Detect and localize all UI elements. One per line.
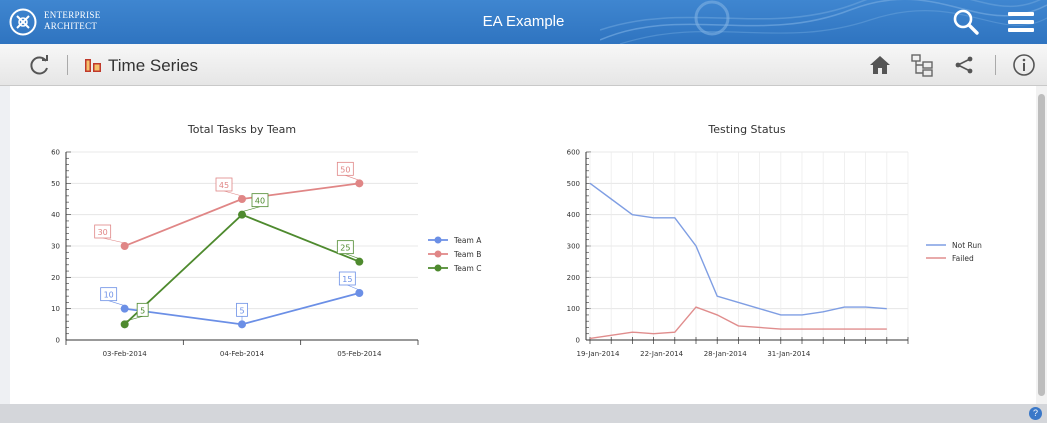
data-label-leader (223, 190, 243, 197)
x-tick-label: 31-Jan-2014 (767, 350, 811, 358)
data-label: 30 (98, 228, 108, 237)
y-tick-label: 40 (51, 211, 60, 219)
data-point (355, 179, 364, 188)
legend-label: Failed (952, 254, 974, 263)
data-point (120, 242, 129, 250)
y-tick-label: 60 (51, 149, 60, 157)
share-icon[interactable] (952, 53, 976, 77)
help-icon[interactable]: ? (1029, 407, 1042, 420)
data-label-leader (241, 206, 261, 212)
legend-swatch-dot (434, 264, 442, 272)
y-tick-label: 300 (567, 243, 580, 251)
data-label-leader (347, 284, 360, 291)
status-bar (0, 404, 1047, 423)
legend-label: Team C (453, 264, 481, 273)
chart-total-tasks-by-team[interactable]: Total Tasks by Team 0 10 20 30 40 50 60 03-Feb-2… (28, 104, 528, 404)
x-tick-label: 19-Jan-2014 (577, 350, 621, 358)
x-tick-label: 03-Feb-2014 (103, 350, 148, 358)
data-label-leader (108, 300, 125, 306)
x-tick-label: 05-Feb-2014 (337, 350, 382, 358)
search-icon[interactable] (952, 8, 980, 36)
y-tick-label: 0 (56, 337, 60, 345)
data-label: 50 (340, 165, 350, 174)
info-icon[interactable] (1012, 53, 1036, 77)
time-series-icon (85, 59, 101, 72)
toolbar-divider (995, 55, 996, 75)
legend-swatch-dot (434, 236, 442, 244)
data-label: 15 (342, 275, 352, 284)
y-tick-label: 10 (51, 305, 60, 313)
data-label-leader (345, 175, 360, 181)
data-point (120, 320, 129, 329)
y-tick-label: 30 (51, 243, 60, 251)
data-point (238, 320, 246, 329)
data-point (120, 304, 129, 313)
legend-label: Team B (453, 250, 481, 259)
data-point (355, 257, 364, 266)
chart-testing-status[interactable]: Testing Status 0 100 200 300 400 500 600 19-Jan-… (538, 104, 1018, 404)
scrollbar-thumb[interactable] (1038, 94, 1045, 396)
y-tick-label: 200 (567, 274, 580, 282)
data-label-leader (102, 237, 125, 244)
toolbar: Time Series (0, 44, 1047, 86)
data-label: 25 (340, 244, 350, 253)
y-tick-label: 400 (567, 211, 580, 219)
data-point (238, 195, 246, 203)
y-tick-label: 600 (567, 149, 580, 157)
y-tick-label: 100 (567, 305, 580, 313)
chart-title: Total Tasks by Team (187, 123, 296, 136)
app-title: EA Example (482, 13, 565, 30)
y-tick-label: 0 (576, 337, 580, 345)
dashboard-content: Total Tasks by Team 0 10 20 30 40 50 60 03-Feb-2… (10, 86, 1036, 404)
x-tick-label: 22-Jan-2014 (640, 350, 684, 358)
y-tick-label: 50 (51, 180, 60, 188)
y-tick-label: 500 (567, 180, 580, 188)
data-point (238, 210, 246, 219)
page-title: Time Series (108, 56, 199, 75)
top-header-bar: ENTERPRISE ARCHITECT EA Example (0, 0, 1047, 44)
y-tick-label: 20 (51, 274, 60, 282)
x-tick-label: 28-Jan-2014 (704, 350, 748, 358)
toolbar-divider (67, 55, 68, 75)
x-tick-label: 04-Feb-2014 (220, 350, 265, 358)
legend-label: Team A (453, 236, 482, 245)
data-label: 5 (239, 306, 244, 315)
data-label: 10 (104, 291, 114, 300)
data-label: 45 (219, 181, 229, 190)
chart-title: Testing Status (707, 123, 785, 136)
refresh-icon[interactable] (28, 53, 52, 77)
data-label: 40 (255, 197, 265, 206)
data-label: 5 (140, 306, 145, 315)
home-icon[interactable] (868, 53, 892, 77)
data-point (355, 289, 364, 297)
app-window: ENTERPRISE ARCHITECT EA Example Time Ser… (0, 0, 1047, 423)
hamburger-menu-icon[interactable] (1006, 9, 1036, 35)
hierarchy-icon[interactable] (910, 53, 934, 77)
legend-swatch-dot (434, 250, 442, 258)
legend-label: Not Run (952, 241, 982, 250)
